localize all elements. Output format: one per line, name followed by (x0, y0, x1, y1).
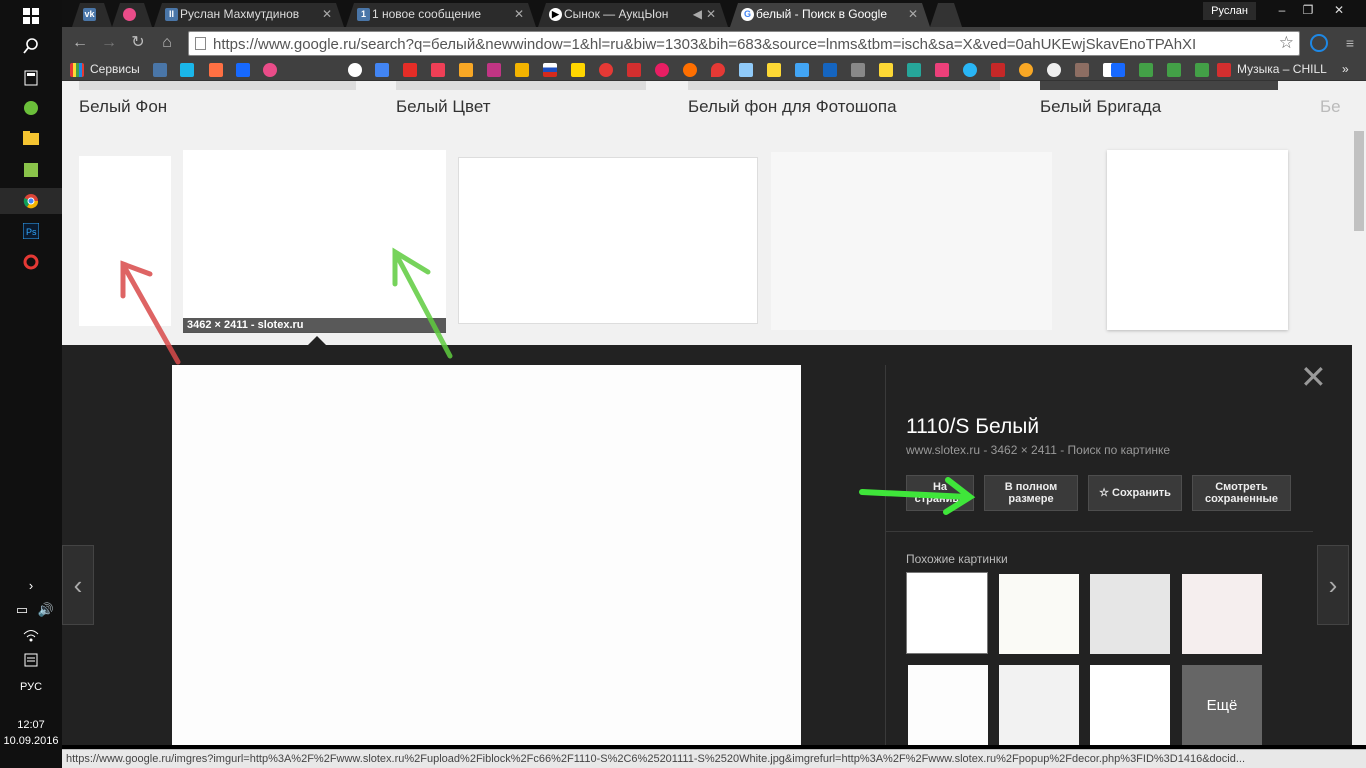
green-arrow-left (392, 247, 453, 359)
red-arrow (120, 260, 181, 365)
green-arrow-right (859, 477, 976, 515)
annotation-arrows (120, 247, 976, 515)
